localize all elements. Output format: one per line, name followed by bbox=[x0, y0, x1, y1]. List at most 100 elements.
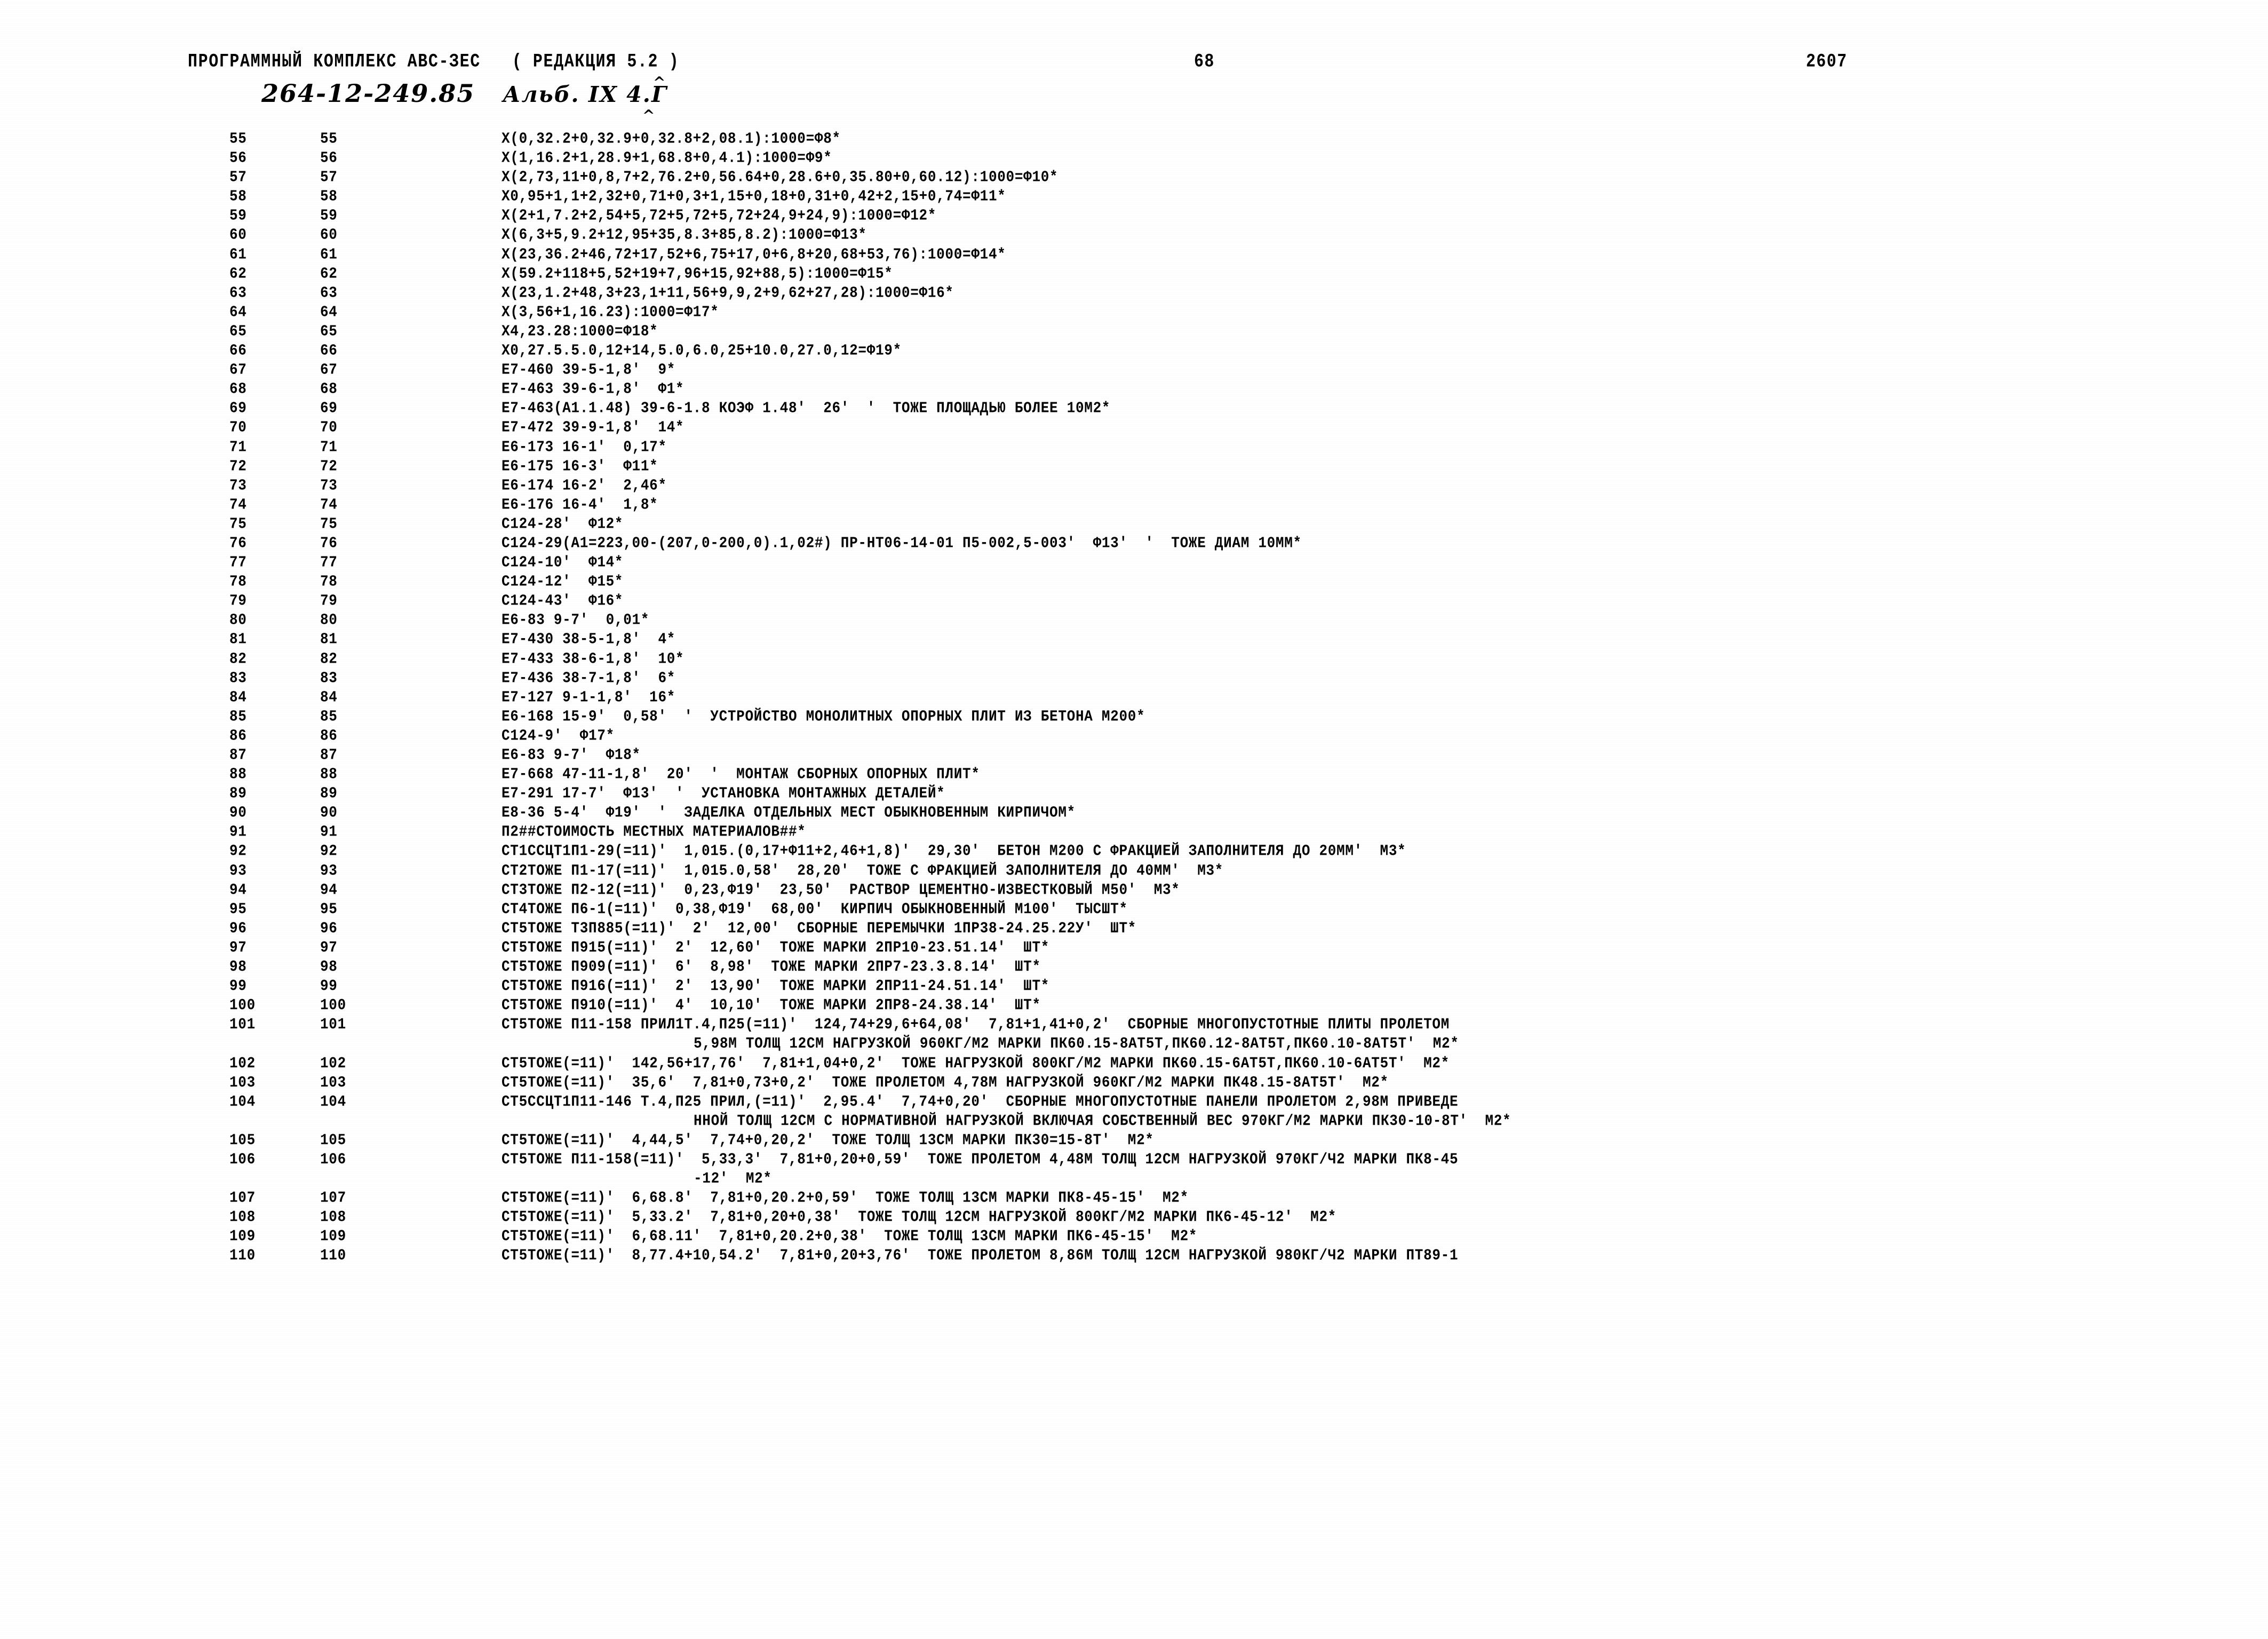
row-index-left: 83 bbox=[229, 669, 247, 687]
row-index-left: 110 bbox=[229, 1246, 256, 1265]
row-code-text: E7-472 39-9-1,8' 14* bbox=[502, 418, 685, 437]
row-index-left: 84 bbox=[229, 688, 247, 706]
listing-row: 91 91 П2##СТОИМОСТЬ МЕСТНЫХ МАТЕРИАЛОВ##* bbox=[0, 823, 2268, 842]
row-index-right: 102 bbox=[320, 1054, 346, 1072]
row-index-right: 67 bbox=[320, 361, 338, 379]
row-index-left: 55 bbox=[229, 130, 247, 148]
row-code-text: СТ3ТОЖЕ П2-12(=11)' 0,23,Ф19' 23,50' РАС… bbox=[502, 880, 1180, 899]
listing-row: 63 63 X(23,1.2+48,3+23,1+11,56+9,9,2+9,62+… bbox=[0, 284, 2268, 303]
listing-row: 73 73 E6-174 16-2' 2,46* bbox=[0, 476, 2268, 496]
row-index-right: 100 bbox=[320, 996, 346, 1014]
code-listing: 55 55 X(0,32.2+0,32.9+0,32.8+2,08.1):1000=… bbox=[0, 130, 2268, 1266]
row-code-text: СТ5ТОЖЕ П915(=11)' 2' 12,60' ТОЖЕ МАРКИ … bbox=[502, 938, 1050, 957]
row-index-right: 55 bbox=[320, 130, 338, 148]
row-code-text: X0,95+1,1+2,32+0,71+0,3+1,15+0,18+0,31+0… bbox=[502, 187, 1006, 205]
row-index-right: 60 bbox=[320, 226, 338, 244]
row-index-left: 94 bbox=[229, 880, 247, 899]
row-index-left: 59 bbox=[229, 206, 247, 225]
row-code-text: СТ5ТОЖЕ(=11)' 142,56+17,76' 7,81+1,04+0,… bbox=[502, 1054, 1450, 1072]
row-code-text: E8-36 5-4' Ф19' ' ЗАДЕЛКА ОТДЕЛЬНЫХ МЕСТ… bbox=[502, 803, 1076, 822]
row-code-text: E7-463 39-6-1,8' Ф1* bbox=[502, 380, 685, 398]
listing-row: 67 67 E7-460 39-5-1,8' 9* bbox=[0, 361, 2268, 380]
row-index-left: 103 bbox=[229, 1073, 256, 1092]
row-index-right: 85 bbox=[320, 707, 338, 726]
row-index-right: 90 bbox=[320, 803, 338, 822]
row-index-left: 60 bbox=[229, 226, 247, 244]
listing-row: 85 85 E6-168 15-9' 0,58' ' УСТРОЙСТВО МОНО… bbox=[0, 707, 2268, 727]
listing-row: 109 109 СТ5ТОЖЕ(=11)' 6,68.11' 7,81+0,20.2… bbox=[0, 1227, 2268, 1246]
listing-row: 103 103 СТ5ТОЖЕ(=11)' 35,6' 7,81+0,73+0,2'… bbox=[0, 1073, 2268, 1093]
listing-row: 107 107 СТ5ТОЖЕ(=11)' 6,68.8' 7,81+0,20.2+… bbox=[0, 1189, 2268, 1208]
listing-row: 64 64 X(3,56+1,16.23):1000=Ф17* bbox=[0, 303, 2268, 322]
row-index-left: 56 bbox=[229, 149, 247, 167]
row-code-continuation: -12' М2* bbox=[694, 1169, 772, 1188]
row-index-left: 109 bbox=[229, 1227, 256, 1245]
row-code-text: E7-433 38-6-1,8' 10* bbox=[502, 649, 685, 668]
row-code-text: СТ2ТОЖЕ П1-17(=11)' 1,015.0,58' 28,20' Т… bbox=[502, 861, 1224, 880]
listing-row: 96 96 СТ5ТОЖЕ Т3П885(=11)' 2' 12,00' СБОРН… bbox=[0, 919, 2268, 938]
row-code-text: СТ5ТОЖЕ(=11)' 6,68.11' 7,81+0,20.2+0,38'… bbox=[502, 1227, 1198, 1245]
row-code-text: C124-28' Ф12* bbox=[502, 514, 624, 533]
row-index-left: 102 bbox=[229, 1054, 256, 1072]
row-index-left: 64 bbox=[229, 303, 247, 321]
row-index-left: 73 bbox=[229, 476, 247, 495]
listing-row: 82 82 E7-433 38-6-1,8' 10* bbox=[0, 650, 2268, 669]
listing-row: 94 94 СТ3ТОЖЕ П2-12(=11)' 0,23,Ф19' 23,50'… bbox=[0, 881, 2268, 900]
row-index-right: 82 bbox=[320, 649, 338, 668]
row-index-right: 65 bbox=[320, 322, 338, 340]
row-index-right: 104 bbox=[320, 1092, 346, 1111]
row-index-right: 80 bbox=[320, 611, 338, 629]
row-index-right: 57 bbox=[320, 168, 338, 186]
row-code-text: СТ5ТОЖЕ П916(=11)' 2' 13,90' ТОЖЕ МАРКИ … bbox=[502, 977, 1050, 995]
row-index-left: 91 bbox=[229, 823, 247, 841]
row-code-text: E6-174 16-2' 2,46* bbox=[502, 476, 667, 495]
row-index-left: 66 bbox=[229, 341, 247, 360]
listing-row: 58 58 X0,95+1,1+2,32+0,71+0,3+1,15+0,18+0,… bbox=[0, 187, 2268, 206]
row-index-left: 95 bbox=[229, 900, 247, 918]
row-index-left: 106 bbox=[229, 1150, 256, 1168]
row-index-right: 63 bbox=[320, 283, 338, 302]
row-index-left: 85 bbox=[229, 707, 247, 726]
listing-row: 75 75 C124-28' Ф12* bbox=[0, 515, 2268, 534]
row-index-left: 79 bbox=[229, 592, 247, 610]
row-code-text: C124-9' Ф17* bbox=[502, 726, 615, 745]
listing-row: 78 78 C124-12' Ф15* bbox=[0, 572, 2268, 592]
scanned-document-page: ПРОГРАММНЫЙ КОМПЛЕКС АВС-ЗЕС ( РЕДАКЦИЯ … bbox=[0, 0, 2268, 1639]
listing-row: 76 76 C124-29(A1=223,00-(207,0-200,0).1,02… bbox=[0, 534, 2268, 553]
row-code-text: СТ5ТОЖЕ(=11)' 6,68.8' 7,81+0,20.2+0,59' … bbox=[502, 1189, 1189, 1207]
row-code-text: X(0,32.2+0,32.9+0,32.8+2,08.1):1000=Ф8* bbox=[502, 130, 841, 148]
row-index-right: 74 bbox=[320, 495, 338, 514]
row-index-left: 81 bbox=[229, 630, 247, 649]
row-code-text: E7-430 38-5-1,8' 4* bbox=[502, 630, 676, 649]
row-code-text: X(2+1,7.2+2,54+5,72+5,72+5,72+24,9+24,9)… bbox=[502, 206, 937, 225]
row-index-left: 108 bbox=[229, 1208, 256, 1226]
listing-row: 62 62 X(59.2+118+5,52+19+7,96+15,92+88,5):… bbox=[0, 265, 2268, 284]
row-code-text: E7-460 39-5-1,8' 9* bbox=[502, 361, 676, 379]
listing-row: 84 84 E7-127 9-1-1,8' 16* bbox=[0, 688, 2268, 707]
row-index-left: 68 bbox=[229, 380, 247, 398]
row-code-text: E7-291 17-7' Ф13' ' УСТАНОВКА МОНТАЖНЫХ … bbox=[502, 784, 945, 802]
listing-row: 77 77 C124-10' Ф14* bbox=[0, 553, 2268, 572]
row-index-left: 65 bbox=[229, 322, 247, 340]
row-index-right: 107 bbox=[320, 1189, 346, 1207]
row-index-right: 94 bbox=[320, 880, 338, 899]
listing-row: 55 55 X(0,32.2+0,32.9+0,32.8+2,08.1):1000=… bbox=[0, 130, 2268, 149]
listing-row: 5,98М ТОЛЩ 12СМ НАГРУЗКОЙ 960КГ/М2 МАРКИ… bbox=[0, 1035, 2268, 1054]
listing-row: 65 65 X4,23.28:1000=Ф18* bbox=[0, 322, 2268, 341]
row-index-left: 71 bbox=[229, 437, 247, 456]
row-index-left: 99 bbox=[229, 977, 247, 995]
row-code-text: C124-10' Ф14* bbox=[502, 553, 624, 571]
row-index-right: 68 bbox=[320, 380, 338, 398]
row-index-right: 73 bbox=[320, 476, 338, 495]
row-index-left: 86 bbox=[229, 726, 247, 745]
row-index-right: 86 bbox=[320, 726, 338, 745]
row-index-right: 62 bbox=[320, 264, 338, 283]
row-code-text: C124-43' Ф16* bbox=[502, 592, 624, 610]
row-index-left: 92 bbox=[229, 842, 247, 861]
listing-row: 93 93 СТ2ТОЖЕ П1-17(=11)' 1,015.0,58' 28,2… bbox=[0, 862, 2268, 881]
row-index-left: 62 bbox=[229, 264, 247, 283]
row-index-right: 61 bbox=[320, 245, 338, 264]
listing-row: -12' М2* bbox=[0, 1169, 2268, 1189]
row-index-left: 61 bbox=[229, 245, 247, 264]
listing-row: 79 79 C124-43' Ф16* bbox=[0, 592, 2268, 611]
